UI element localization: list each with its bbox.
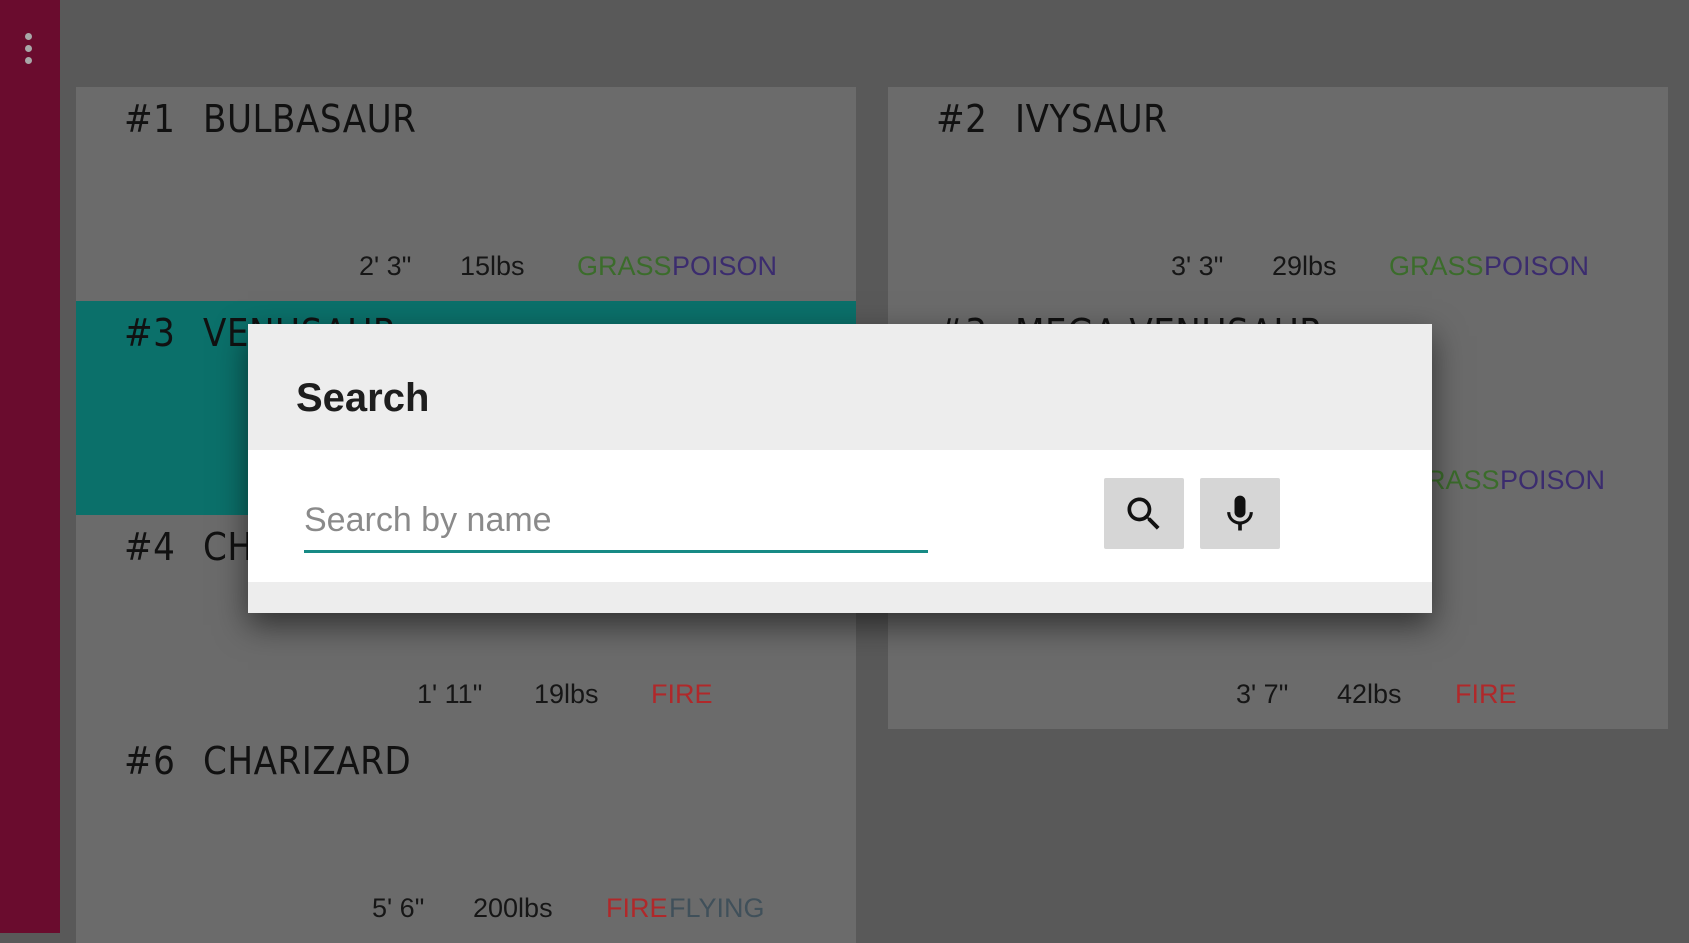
pokemon-name: BULBASAUR xyxy=(203,97,417,141)
pokemon-number: #3 xyxy=(124,311,176,355)
pokemon-weight: 29lbs xyxy=(1272,251,1337,281)
search-input[interactable] xyxy=(304,494,928,553)
search-icon xyxy=(1127,497,1160,530)
pokemon-name: IVYSAUR xyxy=(1015,97,1168,141)
more-vert-icon[interactable] xyxy=(22,33,34,67)
pokemon-type: POISON xyxy=(1500,465,1606,495)
pokemon-weight: 15lbs xyxy=(460,251,525,281)
pokemon-card[interactable]: #6 CHARIZARD 5' 6" 200lbs FIRE FLYING xyxy=(76,729,856,943)
pokemon-height: 3' 3" xyxy=(1171,251,1224,281)
microphone-icon xyxy=(1227,495,1253,530)
pokemon-type: FIRE xyxy=(1455,679,1517,709)
voice-search-button[interactable] xyxy=(1200,478,1280,549)
sidebar xyxy=(0,0,60,933)
search-button[interactable] xyxy=(1104,478,1184,549)
pokemon-name: CH xyxy=(203,525,254,569)
pokemon-type: FIRE xyxy=(606,893,668,923)
pokemon-type: POISON xyxy=(672,251,778,281)
pokemon-card[interactable]: #2 IVYSAUR 3' 3" 29lbs GRASS POISON xyxy=(888,87,1668,301)
pokemon-number: #2 xyxy=(936,97,988,141)
pokemon-type: POISON xyxy=(1484,251,1590,281)
pokemon-type: GRASS xyxy=(1389,251,1484,281)
pokemon-name: CHARIZARD xyxy=(203,739,412,783)
pokemon-height: 5' 6" xyxy=(372,893,425,923)
pokemon-type: FIRE xyxy=(651,679,713,709)
pokemon-number: #6 xyxy=(124,739,176,783)
pokemon-weight: 19lbs xyxy=(534,679,599,709)
dialog-title: Search xyxy=(296,376,430,420)
pokemon-weight: 42lbs xyxy=(1337,679,1402,709)
search-dialog: Search xyxy=(248,324,1432,613)
pokemon-type: FLYING xyxy=(669,893,765,923)
pokemon-weight: 200lbs xyxy=(473,893,553,923)
dialog-body xyxy=(248,450,1432,582)
pokemon-type: GRASS xyxy=(577,251,672,281)
pokemon-number: #4 xyxy=(124,525,176,569)
pokemon-height: 2' 3" xyxy=(359,251,412,281)
pokemon-number: #1 xyxy=(124,97,176,141)
pokemon-height: 1' 11" xyxy=(417,679,483,709)
pokemon-height: 3' 7" xyxy=(1236,679,1289,709)
pokemon-card[interactable]: #1 BULBASAUR 2' 3" 15lbs GRASS POISON xyxy=(76,87,856,301)
